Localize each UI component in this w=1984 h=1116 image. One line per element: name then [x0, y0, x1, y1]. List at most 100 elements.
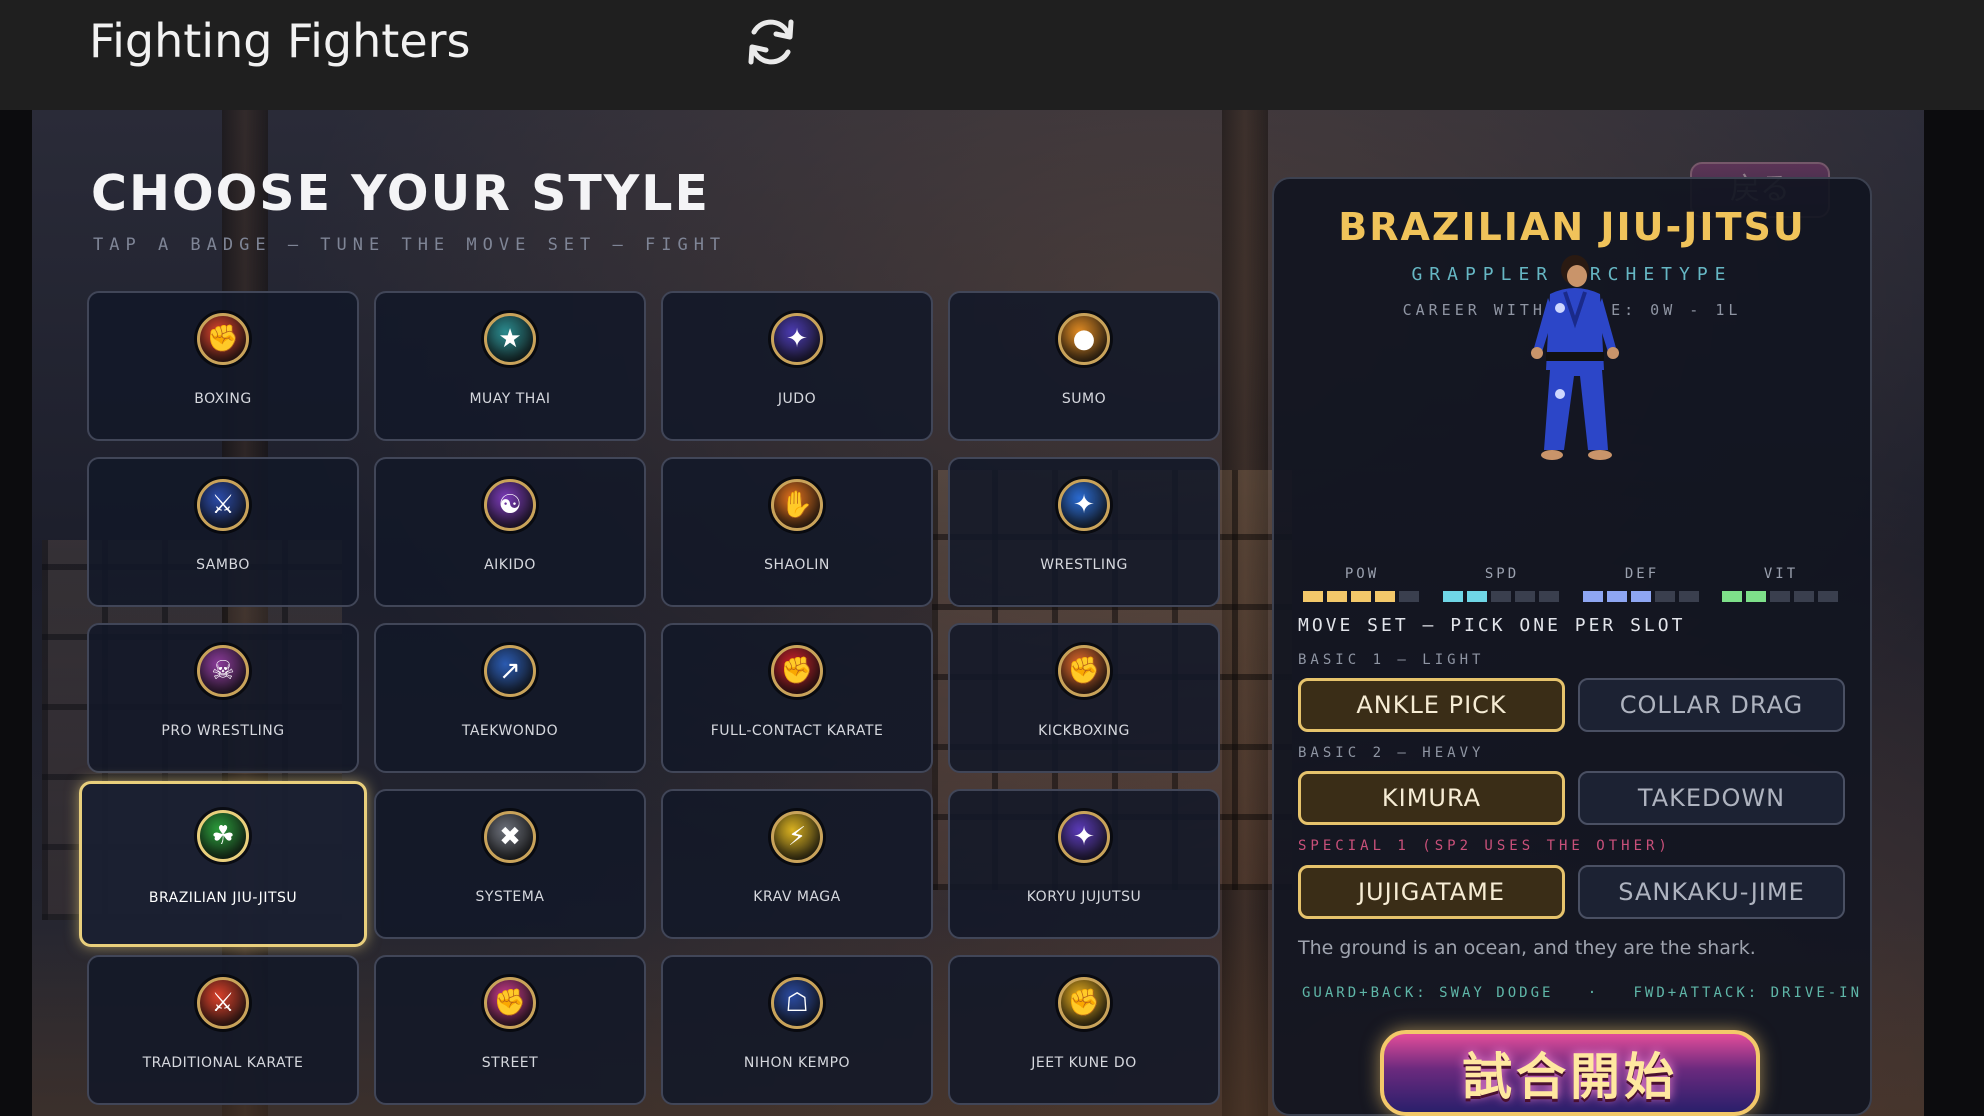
style-card-label: KRAV MAGA [753, 889, 841, 905]
move-option-button[interactable]: ANKLE PICK [1298, 678, 1565, 732]
stat-segment [1443, 591, 1463, 602]
moveset-title: MOVE SET — PICK ONE PER SLOT [1298, 615, 1686, 636]
stat-segment [1794, 591, 1814, 602]
stat-segment [1467, 591, 1487, 602]
jkd-fist-icon: ✊ [1058, 977, 1110, 1029]
style-card[interactable]: ● SUMO [948, 291, 1220, 441]
stat-bar [1303, 591, 1419, 602]
slot-label: BASIC 1 — LIGHT [1298, 652, 1485, 668]
stat-segment [1679, 591, 1699, 602]
style-card-label: TAEKWONDO [461, 723, 559, 739]
style-card-label: BRAZILIAN JIU-JITSU [148, 890, 298, 906]
style-card[interactable]: ✊ BOXING [87, 291, 359, 441]
style-card[interactable]: ⚔ TRADITIONAL KARATE [87, 955, 359, 1105]
stat-segment [1770, 591, 1790, 602]
stat-segment [1515, 591, 1535, 602]
style-card[interactable]: ✖ SYSTEMA [374, 789, 646, 939]
style-card[interactable]: ✊ KICKBOXING [948, 623, 1220, 773]
style-card[interactable]: ✋ SHAOLIN [661, 457, 933, 607]
style-card-label: NIHON KEMPO [743, 1055, 851, 1071]
move-option-button[interactable]: JUJIGATAME [1298, 865, 1565, 919]
koryu-jujutsu-icon: ✦ [1058, 811, 1110, 863]
kempo-armor-icon: ☖ [771, 977, 823, 1029]
stat-label: SPD [1484, 566, 1520, 582]
style-card[interactable]: ✦ WRESTLING [948, 457, 1220, 607]
style-card-label: TRADITIONAL KARATE [142, 1055, 304, 1071]
style-card[interactable]: ☘ BRAZILIAN JIU-JITSU [79, 781, 367, 947]
stat-bar [1722, 591, 1838, 602]
shaolin-palm-icon: ✋ [771, 479, 823, 531]
stat-label: POW [1344, 566, 1380, 582]
stat-segment [1491, 591, 1511, 602]
bjj-grapple-icon: ☘ [197, 810, 249, 862]
stat-segment [1655, 591, 1675, 602]
style-card[interactable]: ✊ FULL-CONTACT KARATE [661, 623, 933, 773]
style-card[interactable]: ✊ JEET KUNE DO [948, 955, 1220, 1105]
style-card[interactable]: ✦ JUDO [661, 291, 933, 441]
stat-segment [1818, 591, 1838, 602]
style-flavor-text: The ground is an ocean, and they are the… [1298, 937, 1756, 959]
stat-label: VIT [1763, 566, 1799, 582]
style-card-label: JUDO [777, 391, 817, 407]
move-option-button[interactable]: KIMURA [1298, 771, 1565, 825]
style-card[interactable]: ✦ KORYU JUJUTSU [948, 789, 1220, 939]
aikido-swirl-icon: ☯ [484, 479, 536, 531]
fighter-sprite [1531, 255, 1619, 460]
karate-chop-icon: ⚔ [197, 977, 249, 1029]
move-option-button[interactable]: TAKEDOWN [1578, 771, 1845, 825]
app-title: Fighting Fighters [89, 14, 471, 68]
sumo-belt-icon: ● [1058, 313, 1110, 365]
style-card-label: KORYU JUJUTSU [1026, 889, 1142, 905]
stat-segment [1746, 591, 1766, 602]
style-card-label: SHAOLIN [764, 557, 830, 573]
style-card-label: WRESTLING [1040, 557, 1128, 573]
style-card[interactable]: ☯ AIKIDO [374, 457, 646, 607]
stat-segment [1631, 591, 1651, 602]
style-card-label: SUMO [1061, 391, 1107, 407]
move-option-button[interactable]: COLLAR DRAG [1578, 678, 1845, 732]
wrestling-grapple-icon: ✦ [1058, 479, 1110, 531]
style-card[interactable]: ⚔ SAMBO [87, 457, 359, 607]
style-card-label: AIKIDO [484, 557, 536, 573]
hint-separator: · [1587, 985, 1600, 1001]
judo-throw-icon: ✦ [771, 313, 823, 365]
hint-drive: FWD+ATTACK: DRIVE-IN [1633, 985, 1863, 1001]
style-card-label: STREET [481, 1055, 539, 1071]
style-card-label: BOXING [194, 391, 252, 407]
style-card-label: SYSTEMA [475, 889, 545, 905]
karate-fist-icon: ✊ [771, 645, 823, 697]
top-bar: Fighting Fighters [0, 0, 1984, 110]
systema-cross-icon: ✖ [484, 811, 536, 863]
style-card[interactable]: ★ MUAY THAI [374, 291, 646, 441]
hint-sway: GUARD+BACK: SWAY DODGE [1302, 985, 1554, 1001]
style-card-label: KICKBOXING [1038, 723, 1130, 739]
style-card-label: SAMBO [196, 557, 250, 573]
refresh-icon[interactable] [741, 12, 801, 72]
style-card[interactable]: ✊ STREET [374, 955, 646, 1105]
stat-bar [1443, 591, 1559, 602]
style-card[interactable]: ☠ PRO WRESTLING [87, 623, 359, 773]
stat-segment [1722, 591, 1742, 602]
style-card[interactable]: ↗ TAEKWONDO [374, 623, 646, 773]
stat-segment [1375, 591, 1395, 602]
style-card[interactable]: ☖ NIHON KEMPO [661, 955, 933, 1105]
luchador-mask-icon: ☠ [197, 645, 249, 697]
start-fight-button[interactable]: 試合開始 [1380, 1030, 1760, 1116]
boxing-glove-icon: ✊ [197, 313, 249, 365]
stat-segment [1303, 591, 1323, 602]
stat-segment [1583, 591, 1603, 602]
page-title: CHOOSE YOUR STYLE [91, 165, 710, 222]
move-option-button[interactable]: SANKAKU-JIME [1578, 865, 1845, 919]
page-subtitle: TAP A BADGE — TUNE THE MOVE SET — FIGHT [93, 235, 727, 255]
style-card[interactable]: ⚡ KRAV MAGA [661, 789, 933, 939]
style-card-label: MUAY THAI [469, 391, 551, 407]
control-hints: GUARD+BACK: SWAY DODGE · FWD+ATTACK: DRI… [1302, 985, 1862, 1001]
stat-segment [1327, 591, 1347, 602]
muay-thai-kick-icon: ★ [484, 313, 536, 365]
style-card-label: PRO WRESTLING [161, 723, 285, 739]
stat-segment [1607, 591, 1627, 602]
sambo-grapple-icon: ⚔ [197, 479, 249, 531]
slot-label: SPECIAL 1 (SP2 USES THE OTHER) [1298, 838, 1671, 854]
stat-bar [1583, 591, 1699, 602]
slot-label: BASIC 2 — HEAVY [1298, 745, 1485, 761]
